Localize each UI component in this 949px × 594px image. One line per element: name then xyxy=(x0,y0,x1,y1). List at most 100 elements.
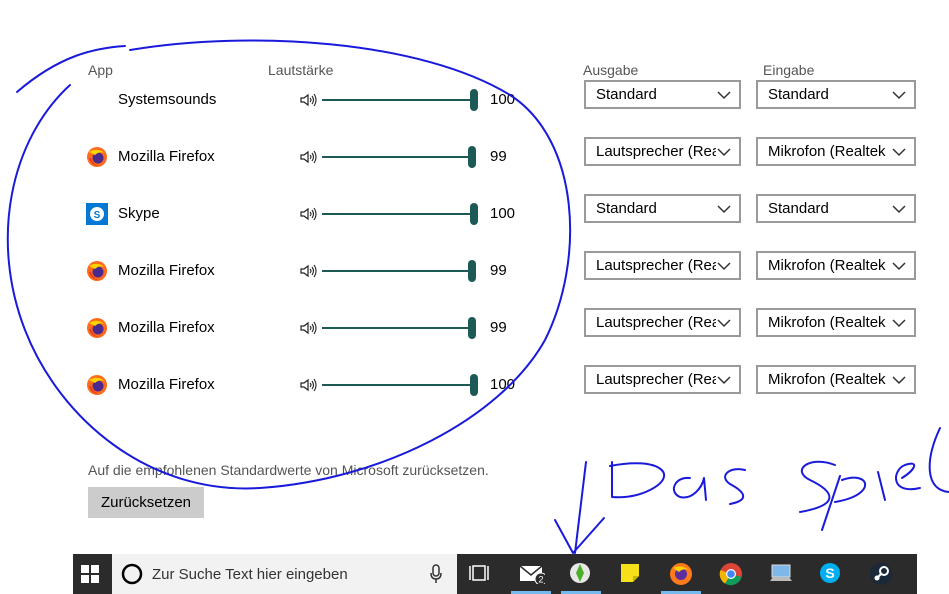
volume-slider-track[interactable] xyxy=(322,99,475,101)
speaker-icon[interactable] xyxy=(300,207,318,221)
svg-text:S: S xyxy=(825,565,834,581)
chevron-down-icon xyxy=(892,202,906,214)
volume-value: 100 xyxy=(490,376,516,393)
task-view-icon[interactable] xyxy=(457,554,505,594)
output-device-value: Lautsprecher (Realtek xyxy=(596,371,716,388)
reset-button[interactable]: Zurücksetzen xyxy=(88,487,204,518)
chevron-down-icon xyxy=(717,316,731,328)
input-device-dropdown[interactable]: Standard xyxy=(756,194,916,223)
input-device-value: Mikrofon (Realtek xyxy=(768,371,886,388)
reset-description: Auf die empfohlenen Standardwerte von Mi… xyxy=(88,462,489,478)
ink-letter-s2 xyxy=(799,460,836,513)
speaker-icon[interactable] xyxy=(300,321,318,335)
speaker-icon[interactable] xyxy=(300,93,318,107)
chevron-down-icon xyxy=(717,202,731,214)
app-name: Mozilla Firefox xyxy=(118,376,215,393)
column-header-output: Ausgabe xyxy=(583,62,639,78)
microphone-icon[interactable] xyxy=(430,564,442,584)
chevron-down-icon xyxy=(892,88,906,100)
ink-letter-l xyxy=(928,427,949,493)
app-name: Mozilla Firefox xyxy=(118,262,215,279)
volume-slider-track[interactable] xyxy=(322,270,473,272)
speaker-icon[interactable] xyxy=(300,264,318,278)
skype-icon: S xyxy=(86,203,108,225)
chevron-down-icon xyxy=(892,316,906,328)
volume-value: 99 xyxy=(490,148,507,165)
volume-slider-thumb[interactable] xyxy=(470,89,478,111)
ink-letter-s xyxy=(724,468,746,505)
input-device-value: Standard xyxy=(768,86,829,103)
cortana-icon xyxy=(121,563,143,585)
steam-icon[interactable] xyxy=(857,554,905,594)
chevron-down-icon xyxy=(892,145,906,157)
volume-slider-thumb[interactable] xyxy=(470,203,478,225)
output-device-dropdown[interactable]: Lautsprecher (Realtek xyxy=(584,365,741,394)
input-device-value: Mikrofon (Realtek xyxy=(768,314,886,331)
column-header-app: App xyxy=(88,62,113,78)
volume-value: 99 xyxy=(490,262,507,279)
firefox-icon xyxy=(86,146,108,168)
desktop-icon[interactable] xyxy=(757,554,805,594)
output-device-value: Standard xyxy=(596,86,657,103)
app-row: Mozilla Firefox 99 Lautsprecher (Realtek Mi… xyxy=(0,137,949,177)
input-device-dropdown[interactable]: Standard xyxy=(756,80,916,109)
volume-value: 100 xyxy=(490,91,516,108)
input-device-value: Standard xyxy=(768,200,829,217)
ink-letter-i xyxy=(877,471,886,501)
chrome-icon[interactable] xyxy=(707,554,755,594)
input-device-dropdown[interactable]: Mikrofon (Realtek xyxy=(756,365,916,394)
column-header-volume: Lautstärke xyxy=(268,62,334,78)
taskbar-search-box[interactable]: Zur Suche Text hier eingeben xyxy=(112,554,457,594)
input-device-dropdown[interactable]: Mikrofon (Realtek xyxy=(756,137,916,166)
output-device-dropdown[interactable]: Lautsprecher (Realtek xyxy=(584,137,741,166)
ink-letter-e xyxy=(895,462,921,491)
app-name: Mozilla Firefox xyxy=(118,148,215,165)
volume-value: 99 xyxy=(490,319,507,336)
sticky-notes-icon[interactable] xyxy=(607,554,655,594)
app-row: Mozilla Firefox 99 Lautsprecher (Realtek Mi… xyxy=(0,308,949,348)
sims-icon[interactable] xyxy=(557,554,605,594)
output-device-value: Lautsprecher (Realtek xyxy=(596,143,716,160)
input-device-dropdown[interactable]: Mikrofon (Realtek xyxy=(756,251,916,280)
volume-slider-track[interactable] xyxy=(322,384,475,386)
chevron-down-icon xyxy=(717,373,731,385)
ink-arrow xyxy=(554,461,605,554)
firefox-icon xyxy=(86,317,108,339)
chevron-down-icon xyxy=(892,259,906,271)
output-device-dropdown[interactable]: Lautsprecher (Realtek xyxy=(584,251,741,280)
speaker-icon[interactable] xyxy=(300,150,318,164)
volume-slider-thumb[interactable] xyxy=(468,146,476,168)
app-row: Systemsounds 100 Standard Standard xyxy=(0,80,949,120)
windows-start-icon[interactable] xyxy=(73,554,112,594)
volume-slider-thumb[interactable] xyxy=(468,260,476,282)
volume-slider-thumb[interactable] xyxy=(468,317,476,339)
app-name: Skype xyxy=(118,205,160,222)
svg-text:S: S xyxy=(94,210,101,221)
app-name: Mozilla Firefox xyxy=(118,319,215,336)
volume-slider-track[interactable] xyxy=(322,327,473,329)
output-device-dropdown[interactable]: Standard xyxy=(584,194,741,223)
mail-icon[interactable]: 2 xyxy=(507,554,555,594)
input-device-dropdown[interactable]: Mikrofon (Realtek xyxy=(756,308,916,337)
app-row: S Skype 100 Standard Standard xyxy=(0,194,949,234)
output-device-dropdown[interactable]: Lautsprecher (Realtek xyxy=(584,308,741,337)
input-device-value: Mikrofon (Realtek xyxy=(768,257,886,274)
output-device-value: Lautsprecher (Realtek xyxy=(596,314,716,331)
volume-slider-track[interactable] xyxy=(322,213,475,215)
output-device-value: Standard xyxy=(596,200,657,217)
volume-slider-track[interactable] xyxy=(322,156,473,158)
chevron-down-icon xyxy=(892,373,906,385)
mail-badge: 2 xyxy=(538,575,543,585)
ink-letter-a xyxy=(672,476,707,501)
chevron-down-icon xyxy=(717,88,731,100)
ink-letter-d xyxy=(609,461,665,499)
skype-icon[interactable]: S xyxy=(807,554,855,594)
volume-slider-thumb[interactable] xyxy=(470,374,478,396)
speaker-icon[interactable] xyxy=(300,378,318,392)
ink-letter-p xyxy=(821,475,867,531)
output-device-dropdown[interactable]: Standard xyxy=(584,80,741,109)
firefox-icon[interactable] xyxy=(657,554,705,594)
app-row: Mozilla Firefox 99 Lautsprecher (Realtek Mi… xyxy=(0,251,949,291)
column-header-input: Eingabe xyxy=(763,62,815,78)
firefox-icon xyxy=(86,260,108,282)
